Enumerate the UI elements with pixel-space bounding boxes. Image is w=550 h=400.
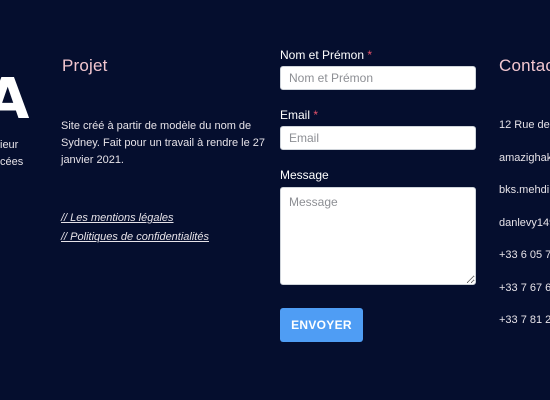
name-label: Nom et Prémon * <box>280 48 372 62</box>
contact-email-1[interactable]: amazighak <box>499 152 550 164</box>
projet-title: Projet <box>62 56 108 75</box>
message-textarea[interactable] <box>280 187 476 285</box>
required-marker: * <box>313 108 319 122</box>
contact-email-2[interactable]: bks.mehdi@ <box>499 184 550 196</box>
message-label: Message <box>280 168 329 182</box>
contact-email-3[interactable]: danlevy149 <box>499 217 550 229</box>
legal-notice-link[interactable]: // Les mentions légales <box>61 212 174 224</box>
email-input[interactable] <box>280 126 476 150</box>
send-button[interactable]: ENVOYER <box>280 308 363 342</box>
logo-mark: A <box>0 67 30 132</box>
contact-title: Contact <box>499 56 550 75</box>
name-input[interactable] <box>280 66 476 90</box>
privacy-policy-link[interactable]: // Politiques de confidentialités <box>61 231 209 243</box>
name-label-text: Nom et Prémon <box>280 48 365 62</box>
contact-address: 12 Rue de C <box>499 119 550 131</box>
contact-phone-3[interactable]: +33 7 81 2 <box>499 314 550 326</box>
contact-phone-1[interactable]: +33 6 05 7 <box>499 249 550 261</box>
email-label-text: Email <box>280 108 311 122</box>
projet-description: Site créé à partir de modèle du nom de S… <box>61 120 266 166</box>
contact-phone-2[interactable]: +33 7 67 6 <box>499 282 550 294</box>
email-label: Email * <box>280 108 318 122</box>
logo-text-line1: ieur <box>0 139 19 151</box>
logo-text-line2: cées <box>0 156 24 168</box>
required-marker: * <box>367 48 373 62</box>
